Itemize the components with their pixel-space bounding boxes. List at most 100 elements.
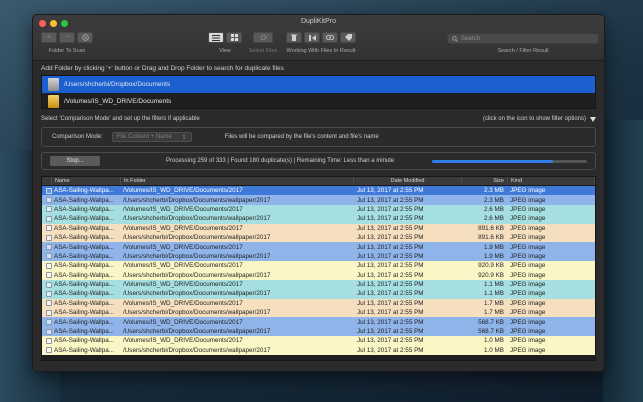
table-header: Name In Folder Date Modified Size Kind bbox=[42, 177, 595, 186]
progress-status: Processing 259 of 333 | Found 180 duplic… bbox=[166, 158, 395, 164]
table-row[interactable]: ASA-Sailing-Wallpa... /Volumes/IS_WD_DRIV… bbox=[42, 186, 595, 196]
search-input[interactable]: Search bbox=[447, 33, 599, 44]
disclosure-triangle-icon[interactable] bbox=[590, 116, 596, 122]
grid-view-button[interactable] bbox=[226, 32, 242, 43]
mode-hint-right: (click on the icon to show filter option… bbox=[482, 116, 586, 122]
table-row[interactable]: ASA-Sailing-Wallpa... /Volumes/IS_WD_DRIV… bbox=[42, 298, 595, 309]
comparison-mode-select[interactable]: File Content + Name ⇕ bbox=[111, 132, 192, 142]
row-checkbox-cell[interactable] bbox=[42, 261, 52, 270]
table-row[interactable]: ASA-Sailing-Wallpa... /Volumes/IS_WD_DRIV… bbox=[42, 204, 595, 215]
cell-date: Jul 13, 2017 at 2:55 PM bbox=[357, 234, 424, 242]
row-checkbox-cell[interactable] bbox=[42, 224, 52, 233]
add-folder-button[interactable]: + bbox=[41, 32, 57, 43]
cell-size: 1.0 MB bbox=[484, 346, 504, 354]
cell-kind: JPEG image bbox=[510, 309, 546, 317]
cell-kind: JPEG image bbox=[510, 318, 546, 326]
cell-name: ASA-Sailing-Wallpa... bbox=[54, 205, 114, 213]
header-folder[interactable]: In Folder bbox=[121, 177, 354, 185]
row-checkbox-cell[interactable] bbox=[42, 214, 52, 223]
table-row[interactable]: ASA-Sailing-Wallpa... /Users/shcherbi/Dro… bbox=[42, 308, 595, 318]
remove-folder-button[interactable]: − bbox=[59, 32, 75, 43]
cell-name: ASA-Sailing-Wallpa... bbox=[54, 262, 114, 270]
comparison-mode-box: Comparison Mode: File Content + Name ⇕ F… bbox=[41, 127, 596, 147]
row-checkbox-cell[interactable] bbox=[42, 299, 52, 308]
table-row[interactable]: ASA-Sailing-Wallpa... /Users/shcherbi/Dro… bbox=[42, 214, 595, 224]
table-row[interactable]: ASA-Sailing-Wallpa... /Users/shcherbi/Dro… bbox=[42, 326, 595, 337]
scan-button[interactable] bbox=[77, 32, 93, 43]
header-kind[interactable]: Kind bbox=[508, 177, 595, 185]
cell-folder: /Users/shcherbi/Dropbox/Documents/wallpa… bbox=[123, 271, 271, 279]
row-checkbox-cell[interactable] bbox=[42, 289, 52, 298]
row-checkbox-cell[interactable] bbox=[42, 233, 52, 242]
tag-icon bbox=[344, 34, 352, 41]
cell-name: ASA-Sailing-Wallpa... bbox=[54, 281, 114, 289]
select-files-button[interactable] bbox=[253, 32, 273, 43]
list-view-button[interactable] bbox=[208, 32, 224, 43]
search-filter-label: Search / Filter Result bbox=[497, 48, 549, 54]
row-checkbox-cell[interactable] bbox=[42, 336, 52, 345]
grid-icon bbox=[230, 34, 238, 41]
table-row[interactable]: ASA-Sailing-Wallpa... /Users/shcherbi/Dro… bbox=[42, 270, 595, 280]
working-files-group bbox=[286, 32, 356, 43]
cell-folder: /Users/shcherbi/Dropbox/Documents/wallpa… bbox=[123, 309, 271, 317]
table-row[interactable]: ASA-Sailing-Wallpa... /Volumes/IS_WD_DRIV… bbox=[42, 336, 595, 346]
table-row[interactable]: ASA-Sailing-Wallpa... /Users/shcherbi/Dro… bbox=[42, 345, 595, 356]
row-checkbox-cell[interactable] bbox=[42, 186, 52, 195]
cell-folder: /Users/shcherbi/Dropbox/Documents/wallpa… bbox=[123, 290, 271, 298]
trash-button[interactable] bbox=[286, 32, 302, 43]
cell-kind: JPEG image bbox=[510, 243, 546, 251]
table-row[interactable]: ASA-Sailing-Wallpa... /Volumes/IS_WD_DRIV… bbox=[42, 317, 595, 327]
hard-drive-icon bbox=[48, 78, 59, 91]
cell-kind: JPEG image bbox=[510, 252, 546, 260]
cell-kind: JPEG image bbox=[510, 262, 546, 270]
row-checkbox-cell[interactable] bbox=[42, 317, 52, 326]
cell-date: Jul 13, 2017 at 2:55 PM bbox=[357, 290, 424, 298]
tag-button[interactable] bbox=[340, 32, 356, 43]
row-checkbox-cell[interactable] bbox=[42, 346, 52, 355]
cell-date: Jul 13, 2017 at 2:55 PM bbox=[357, 318, 424, 326]
cell-kind: JPEG image bbox=[510, 299, 546, 307]
folder-item[interactable]: /Volumes/IS_WD_DRIVE/Documents bbox=[42, 93, 595, 110]
cell-size: 891.6 KB bbox=[478, 234, 504, 242]
cell-kind: JPEG image bbox=[510, 224, 546, 232]
table-row[interactable]: ASA-Sailing-Wallpa... /Users/shcherbi/Dro… bbox=[42, 251, 595, 262]
table-row[interactable]: ASA-Sailing-Wallpa... /Volumes/IS_WD_DRIV… bbox=[42, 279, 595, 290]
folder-item[interactable]: /Users/shcherbi/Dropbox/Documents bbox=[42, 76, 595, 93]
row-checkbox-cell[interactable] bbox=[42, 205, 52, 214]
move-button[interactable] bbox=[304, 32, 320, 43]
preview-button[interactable] bbox=[322, 32, 338, 43]
cell-size: 1.0 MB bbox=[484, 337, 504, 345]
row-checkbox-cell[interactable] bbox=[42, 271, 52, 280]
cell-name: ASA-Sailing-Wallpa... bbox=[54, 346, 114, 354]
cell-size: 1.7 MB bbox=[484, 309, 504, 317]
cell-date: Jul 13, 2017 at 2:55 PM bbox=[357, 309, 424, 317]
cell-name: ASA-Sailing-Wallpa... bbox=[54, 309, 114, 317]
table-row[interactable]: ASA-Sailing-Wallpa... /Users/shcherbi/Dro… bbox=[42, 289, 595, 299]
row-checkbox-cell[interactable] bbox=[42, 195, 52, 204]
table-row[interactable]: ASA-Sailing-Wallpa... /Volumes/IS_WD_DRIV… bbox=[42, 242, 595, 252]
row-checkbox-cell[interactable] bbox=[42, 327, 52, 336]
table-row[interactable]: ASA-Sailing-Wallpa... /Volumes/IS_WD_DRIV… bbox=[42, 261, 595, 271]
row-checkbox-cell[interactable] bbox=[42, 308, 52, 317]
cell-kind: JPEG image bbox=[510, 215, 546, 223]
cell-folder: /Users/shcherbi/Dropbox/Documents/wallpa… bbox=[123, 196, 271, 204]
row-checkbox-cell[interactable] bbox=[42, 252, 52, 261]
header-date[interactable]: Date Modified bbox=[354, 177, 462, 185]
search-placeholder: Search bbox=[461, 35, 481, 42]
row-checkbox-cell[interactable] bbox=[42, 280, 52, 289]
cell-date: Jul 13, 2017 at 2:55 PM bbox=[357, 299, 424, 307]
cell-size: 891.6 KB bbox=[478, 224, 504, 232]
folder-path: /Users/shcherbi/Dropbox/Documents bbox=[64, 81, 171, 88]
folder-to-scan-label: Folder To Scan bbox=[48, 48, 86, 54]
table-row[interactable]: ASA-Sailing-Wallpa... /Users/shcherbi/Dro… bbox=[42, 195, 595, 205]
filter-toggle[interactable]: (click on the icon to show filter option… bbox=[483, 116, 596, 122]
header-name[interactable]: Name bbox=[52, 177, 121, 185]
row-checkbox-cell[interactable] bbox=[42, 242, 52, 251]
table-row[interactable]: ASA-Sailing-Wallpa... /Volumes/IS_WD_DRIV… bbox=[42, 223, 595, 233]
mode-hint-left: Select 'Comparison Mode' and set up the … bbox=[41, 116, 200, 122]
table-row[interactable]: ASA-Sailing-Wallpa... /Users/shcherbi/Dro… bbox=[42, 232, 595, 243]
header-size[interactable]: Size bbox=[462, 177, 508, 185]
stop-button[interactable]: Stop... bbox=[50, 156, 100, 166]
cell-kind: JPEG image bbox=[510, 187, 546, 195]
cell-name: ASA-Sailing-Wallpa... bbox=[54, 328, 114, 336]
